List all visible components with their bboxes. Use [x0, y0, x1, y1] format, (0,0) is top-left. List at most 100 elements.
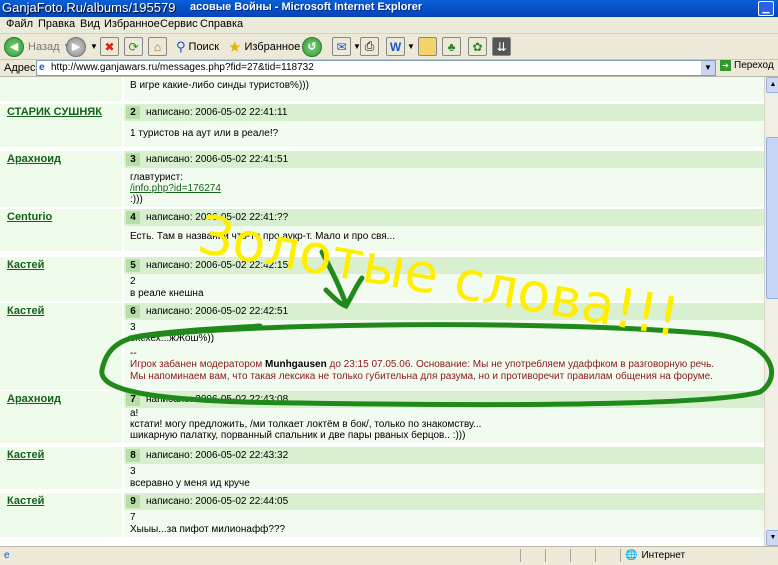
author-cell: Centurio — [0, 209, 122, 251]
address-dropdown[interactable]: ▼ — [701, 61, 715, 75]
post-date: написано: 2006-05-02 22:41:?? — [146, 212, 289, 223]
stop-button[interactable]: ✖ — [100, 36, 119, 57]
menu-bar: Файл Правка Вид Избранное Сервис Справка — [0, 17, 778, 34]
post-text: кстати! могу предложить, /ми толкает лок… — [130, 419, 482, 430]
favorites-label: Избранное — [244, 40, 301, 53]
post-text: 1 туристов на аут или в реале!? — [130, 128, 279, 139]
gear-icon: ✿ — [468, 37, 487, 56]
refresh-button[interactable]: ⟳ — [124, 36, 143, 57]
author-link[interactable]: Арахноид — [7, 393, 61, 405]
home-icon: ⌂ — [148, 37, 167, 56]
author-link[interactable]: Кастей — [7, 305, 44, 317]
forum-post: Арахноид 7 написано: 2006-05-02 22:43:08… — [0, 391, 764, 443]
vertical-scrollbar[interactable]: ▲ ▼ — [764, 77, 778, 546]
forum-post: Кастей 9 написано: 2006-05-02 22:44:05 7… — [0, 493, 764, 537]
status-divider — [595, 549, 596, 562]
post-header: 5 написано: 2006-05-02 22:42:15 — [124, 257, 764, 274]
media-button[interactable]: ↺ — [302, 36, 322, 57]
ban-reason: до 23:15 07.05.06. Основание: Мы не упот… — [326, 359, 715, 370]
post-date: написано: 2006-05-02 22:43:32 — [146, 450, 289, 461]
author-cell: Арахноид — [0, 391, 122, 443]
post-number: 3 — [126, 153, 140, 166]
search-button[interactable]: ⚲ Поиск — [176, 36, 219, 57]
post-text: всеравно у меня ид круче — [130, 478, 250, 489]
back-arrow-icon: ◀ — [4, 36, 24, 57]
ban-prefix: Игрок забанен модератором — [130, 359, 266, 370]
post-text: главтурист: — [130, 172, 184, 183]
page-done-icon: e — [4, 550, 10, 561]
go-button[interactable]: ➔ Переход — [720, 60, 774, 71]
author-link[interactable]: СТАРИК СУШНЯК — [7, 106, 102, 118]
menu-tools[interactable]: Сервис — [160, 18, 198, 30]
search-icon: ⚲ — [176, 38, 186, 54]
menu-file[interactable]: Файл — [6, 18, 33, 30]
refresh-icon: ⟳ — [124, 37, 143, 56]
title-bar: асовые Войны - Microsoft Internet Explor… — [0, 0, 778, 17]
menu-favorites[interactable]: Избранное — [104, 18, 160, 30]
forum-post: Кастей 5 написано: 2006-05-02 22:42:15 2… — [0, 257, 764, 301]
zone-label: Интернет — [641, 550, 686, 561]
scroll-down-arrow[interactable]: ▼ — [766, 530, 778, 546]
post-date: написано: 2006-05-02 22:41:11 — [146, 107, 288, 118]
post-date: написано: 2006-05-02 22:43:08 — [146, 394, 289, 405]
print-button[interactable]: ⎙ — [360, 36, 379, 57]
post-date: написано: 2006-05-02 22:42:15 — [146, 260, 289, 271]
stop-icon: ✖ — [100, 37, 119, 56]
author-link[interactable]: Кастей — [7, 495, 44, 507]
post-header: 4 написано: 2006-05-02 22:41:?? — [124, 209, 764, 226]
folder-icon — [418, 37, 437, 56]
favorites-button[interactable]: ★ Избранное — [228, 36, 300, 57]
forward-button[interactable]: ▶ ▼ — [66, 36, 98, 57]
post-number: 8 — [126, 449, 140, 462]
forum-post: СТАРИК СУШНЯК 2 написано: 2006-05-02 22:… — [0, 104, 764, 147]
post-text: :))) — [130, 194, 143, 205]
download-button[interactable]: ⇊ — [492, 36, 511, 57]
globe-icon: 🌐 — [625, 550, 638, 561]
window-title: асовые Войны - Microsoft Internet Explor… — [190, 1, 423, 13]
post-date: написано: 2006-05-02 22:41:51 — [146, 154, 289, 165]
scroll-up-arrow[interactable]: ▲ — [766, 77, 778, 93]
mail-icon: ✉ — [332, 37, 351, 56]
folder-button[interactable] — [418, 36, 437, 57]
ban-notice-line: Мы напоминаем вам, что такая лексика не … — [130, 371, 713, 382]
menu-edit[interactable]: Правка — [38, 18, 75, 30]
forum-post: Centurio 4 написано: 2006-05-02 22:41:??… — [0, 209, 764, 251]
author-link[interactable]: Кастей — [7, 259, 44, 271]
author-cell: Кастей — [0, 493, 122, 537]
author-link[interactable]: Арахноид — [7, 153, 61, 165]
post-link[interactable]: /info.php?id=176274 — [130, 183, 221, 194]
address-input[interactable]: e http://www.ganjawars.ru/messages.php?f… — [36, 60, 716, 76]
author-cell: Кастей — [0, 257, 122, 301]
home-button[interactable]: ⌂ — [148, 36, 167, 57]
post-body: 1 туристов на аут или в реале!? — [124, 121, 764, 147]
scroll-thumb[interactable] — [766, 137, 778, 299]
author-link[interactable]: Centurio — [7, 211, 52, 223]
post-date: написано: 2006-05-02 22:42:51 — [146, 306, 289, 317]
mail-button[interactable]: ✉ ▼ — [332, 36, 361, 57]
forum-post: Арахноид 3 написано: 2006-05-02 22:41:51… — [0, 151, 764, 207]
post-body: 2 в реале кнешна — [124, 274, 764, 301]
back-button[interactable]: ◀ Назад ▼ — [4, 36, 71, 57]
watermark: GanjaFoto.Ru/albums/195579 — [2, 0, 176, 15]
status-divider — [545, 549, 546, 562]
menu-help[interactable]: Справка — [200, 18, 243, 30]
author-link[interactable]: Кастей — [7, 449, 44, 461]
post-text: 3 — [130, 322, 136, 333]
post-header: 2 написано: 2006-05-02 22:41:11 — [124, 104, 764, 121]
forum-post: Кастей 8 написано: 2006-05-02 22:43:32 3… — [0, 447, 764, 489]
post-body: а! кстати! могу предложить, /ми толкает … — [124, 408, 764, 443]
status-bar: e 🌐 Интернет — [0, 546, 778, 565]
author-cell — [0, 77, 122, 101]
edit-button[interactable]: W ▼ — [386, 36, 415, 57]
search-label: Поиск — [188, 40, 220, 53]
security-zone: 🌐 Интернет — [625, 550, 685, 561]
minimize-button[interactable]: ▁ — [758, 1, 774, 16]
word-icon: W — [386, 37, 405, 56]
research-button[interactable]: ✿ — [468, 36, 487, 57]
menu-view[interactable]: Вид — [80, 18, 100, 30]
messenger-button[interactable]: ♣ — [442, 36, 461, 57]
download-icon: ⇊ — [492, 37, 511, 56]
address-url: http://www.ganjawars.ru/messages.php?fid… — [51, 62, 314, 73]
page-content: В игре какие-либо синды туристов%))) СТА… — [0, 77, 764, 546]
post-date: написано: 2006-05-02 22:44:05 — [146, 496, 289, 507]
